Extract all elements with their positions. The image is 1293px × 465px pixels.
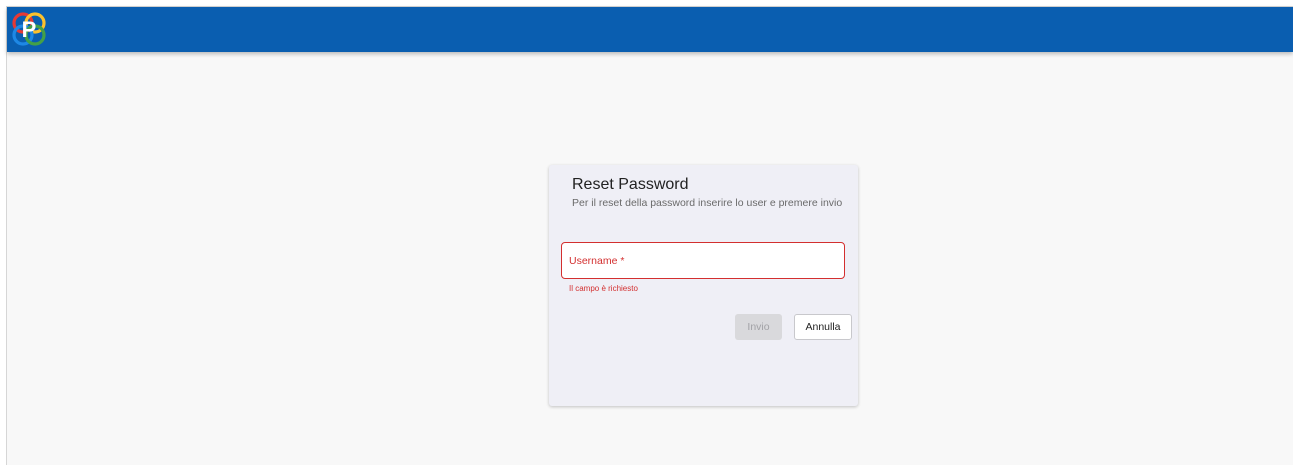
app-window: P Reset Password Per il reset della pass… <box>6 6 1293 465</box>
app-logo-icon[interactable]: P <box>9 9 49 49</box>
cancel-button[interactable]: Annulla <box>794 314 852 340</box>
card-subtitle: Per il reset della password inserire lo … <box>572 197 843 209</box>
card-title: Reset Password <box>572 176 689 193</box>
username-field[interactable]: Username * <box>561 242 845 279</box>
reset-password-card: Reset Password Per il reset della passwo… <box>549 165 858 406</box>
send-button[interactable]: Invio <box>735 314 782 340</box>
username-error-message: Il campo è richiesto <box>569 284 638 293</box>
username-input[interactable] <box>562 243 844 278</box>
top-app-bar: P <box>7 7 1293 52</box>
app-logo-letter: P <box>22 17 37 42</box>
